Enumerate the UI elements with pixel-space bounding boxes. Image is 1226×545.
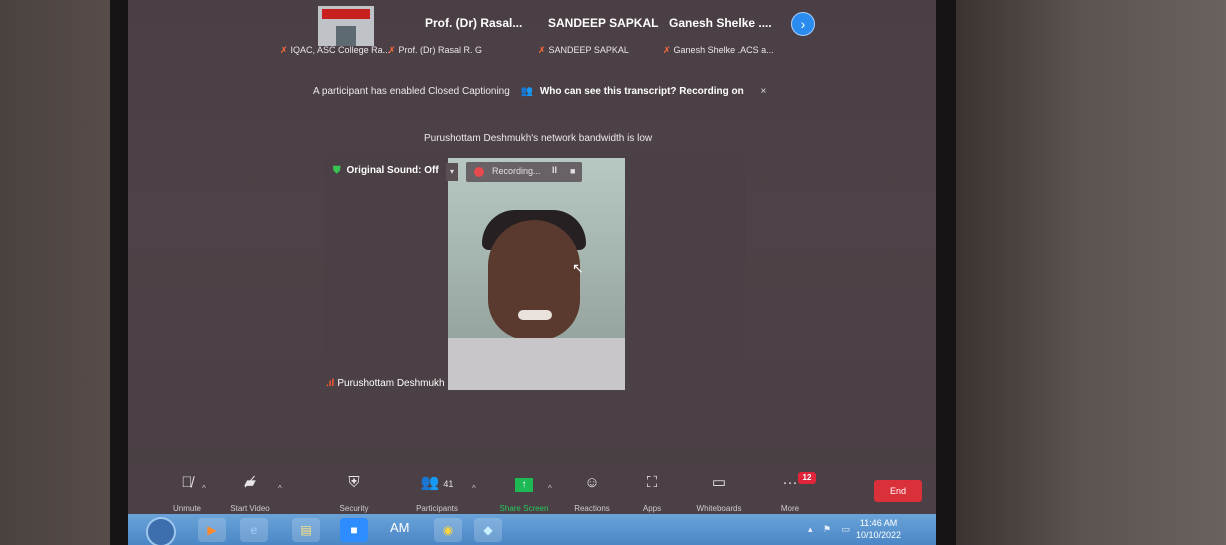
whiteboards-button[interactable]: ▭ Whiteboards (690, 472, 748, 513)
mic-off-icon: ✗ (280, 45, 288, 55)
start-video-button[interactable]: ▰̸ Start Video (224, 472, 276, 513)
security-button[interactable]: ⛨ Security (334, 472, 374, 513)
media-player-icon[interactable]: ▶ (198, 518, 226, 542)
apps-icon: ⛶ (646, 474, 658, 491)
recording-indicator: Recording... II ■ (466, 162, 582, 182)
participants-button[interactable]: 👥 41 Participants (410, 472, 464, 513)
building-image (336, 26, 356, 46)
video-options-caret[interactable]: ^ (278, 484, 282, 493)
participants-group: 👥 41 (410, 472, 464, 494)
whiteboards-label: Whiteboards (696, 504, 742, 513)
original-sound-toggle[interactable]: ⛊ Original Sound: Off (333, 165, 439, 176)
closed-caption-notice: A participant has enabled Closed Caption… (313, 86, 766, 97)
participant-label-1: ✗ IQAC, ASC College Ra... (280, 45, 391, 55)
share-screen-icon: ↑ (515, 478, 533, 492)
shield-icon: ⛨ (348, 474, 360, 491)
speaker-shirt (448, 338, 625, 390)
share-screen-icon-wrap: ↑ (496, 472, 552, 494)
mic-off-icon: ✗ (663, 45, 671, 55)
reactions-label: Reactions (574, 504, 610, 513)
speaker-mouth (518, 310, 552, 320)
signal-bars-icon: .ıl (326, 378, 335, 389)
system-tray: ▴ ⚑ ▭ (808, 524, 850, 535)
taskbar-am-label[interactable]: AM (390, 520, 410, 535)
share-screen-button[interactable]: ↑ Share Screen (496, 472, 552, 513)
whiteboard-icon: ▭ (711, 474, 727, 491)
zoom-app-icon[interactable]: ■ (340, 518, 368, 542)
participant-name-3: Ganesh Shelke .... (669, 16, 772, 30)
participants-count: 41 (443, 479, 454, 489)
participants-options-caret[interactable]: ^ (472, 484, 476, 493)
recording-label: Recording... (492, 166, 541, 176)
gallery-next-button[interactable]: › (791, 12, 815, 36)
original-sound-menu-button[interactable]: ▾ (446, 163, 458, 181)
caption-notice-text: A participant has enabled Closed Caption… (313, 86, 510, 97)
video-off-icon: ▰̸ (244, 474, 256, 491)
participant-name-2: SANDEEP SAPKAL (548, 16, 659, 30)
security-label: Security (339, 504, 369, 513)
participant-thumbnail[interactable] (318, 6, 374, 46)
participant-label-3: ✗ SANDEEP SAPKAL (538, 45, 629, 55)
smile-plus-icon: ☺ (584, 474, 600, 491)
screen-frame-right (936, 0, 956, 545)
start-button[interactable] (146, 517, 176, 545)
taskbar-clock[interactable]: 11:46 AM 10/10/2022 (856, 517, 901, 541)
clock-time: 11:46 AM (859, 518, 898, 528)
app-icon[interactable]: ◆ (474, 518, 502, 542)
chevron-right-icon: › (800, 16, 806, 32)
start-video-label: Start Video (230, 504, 270, 513)
apps-label: Apps (642, 504, 662, 513)
mouse-cursor-icon: ↖ (572, 260, 584, 276)
screen-frame-left (110, 0, 128, 545)
participants-icon: 👥 (420, 474, 440, 491)
participant-label-4: ✗ Ganesh Shelke .ACS a... (663, 45, 774, 55)
chrome-icon[interactable]: ◉ (434, 518, 462, 542)
close-icon[interactable]: × (761, 86, 767, 97)
audio-options-caret[interactable]: ^ (202, 484, 206, 493)
flag-icon[interactable]: ⚑ (823, 524, 831, 534)
projected-screen: Prof. (Dr) Rasal... SANDEEP SAPKAL Ganes… (128, 0, 936, 545)
more-notification-badge: 12 (798, 472, 816, 484)
speaker-video (448, 158, 625, 390)
speaker-face (488, 220, 580, 340)
mic-off-icon: ✗ (388, 45, 396, 55)
transcript-info-link[interactable]: Who can see this transcript? Recording o… (540, 86, 744, 97)
windows-taskbar: ▶ e ▤ ■ AM ◉ ◆ ▴ ⚑ ▭ 11:46 AM 10/10/2022 (128, 514, 936, 545)
browser-icon[interactable]: e (240, 518, 268, 542)
banner-image (322, 9, 370, 19)
clock-date: 10/10/2022 (856, 530, 902, 540)
more-label: More (780, 504, 800, 513)
apps-button[interactable]: ⛶ Apps (636, 472, 668, 513)
tray-arrow-icon[interactable]: ▴ (808, 524, 813, 534)
share-options-caret[interactable]: ^ (548, 484, 552, 493)
unmute-label: Unmute (172, 504, 201, 513)
speaker-name-tag: .ıl Purushottam Deshmukh (326, 378, 445, 389)
participants-icon: 👥 (520, 86, 534, 97)
participants-label: Participants (416, 504, 458, 513)
participant-label-2: ✗ Prof. (Dr) Rasal R. G (388, 45, 483, 55)
participant-name-1: Prof. (Dr) Rasal... (425, 16, 523, 30)
share-screen-label: Share Screen (499, 504, 549, 513)
bandwidth-warning: Purushottam Deshmukh's network bandwidth… (424, 133, 653, 144)
end-meeting-button[interactable]: End (874, 480, 922, 502)
stop-recording-button[interactable]: ■ (570, 166, 575, 176)
shield-check-icon: ⛊ (333, 165, 341, 176)
original-sound-label: Original Sound: Off (346, 165, 439, 176)
reactions-button[interactable]: ☺ Reactions (570, 472, 614, 513)
meeting-toolbar: 🎙̸ Unmute ^ ▰̸ Start Video ^ ⛨ Security … (128, 466, 936, 514)
network-icon[interactable]: ▭ (842, 524, 851, 534)
pause-recording-button[interactable]: II (552, 165, 557, 175)
speaker-name: Purushottam Deshmukh (337, 378, 445, 389)
record-icon (474, 167, 484, 177)
folder-icon[interactable]: ▤ (292, 518, 320, 542)
mic-off-icon: ✗ (538, 45, 546, 55)
